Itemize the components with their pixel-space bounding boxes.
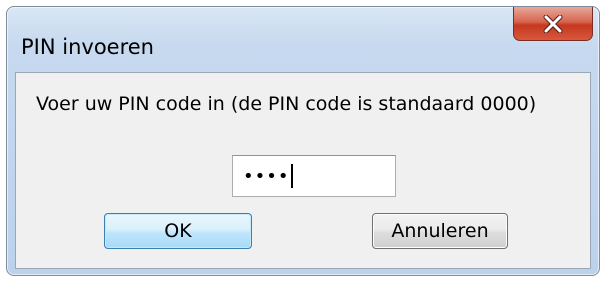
pin-input[interactable]: •••• <box>232 155 396 197</box>
text-caret <box>291 164 294 188</box>
ok-button[interactable]: OK <box>104 213 252 249</box>
pin-dialog-window: PIN invoeren Voer uw PIN code in (de PIN… <box>6 6 600 276</box>
pin-prompt-label: Voer uw PIN code in (de PIN code is stan… <box>36 93 537 115</box>
dialog-body: Voer uw PIN code in (de PIN code is stan… <box>15 72 591 269</box>
window-title: PIN invoeren <box>21 35 154 59</box>
close-button[interactable] <box>513 7 593 41</box>
close-x-icon <box>543 14 563 33</box>
cancel-button[interactable]: Annuleren <box>372 213 508 249</box>
pin-masked-value: •••• <box>243 165 290 187</box>
